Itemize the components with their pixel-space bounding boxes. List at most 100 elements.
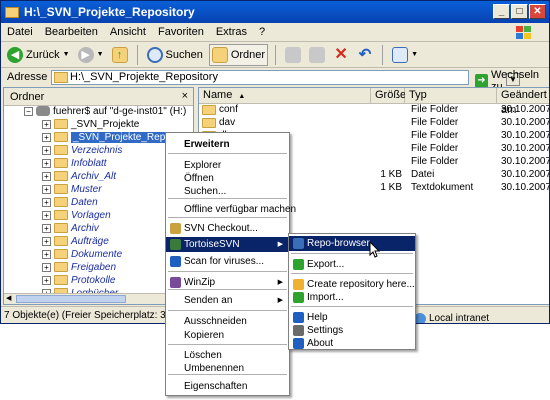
menu-item-icon bbox=[170, 239, 181, 250]
context-item-suchen[interactable]: Suchen... bbox=[166, 184, 289, 199]
file-row[interactable]: dav File Folder 30.10.2007 bbox=[199, 117, 549, 129]
close-button[interactable]: ✕ bbox=[529, 4, 546, 19]
folder-icon bbox=[202, 105, 216, 115]
delete-button[interactable]: ✕ bbox=[331, 44, 351, 66]
tree-item[interactable]: + Freigaben bbox=[42, 261, 116, 273]
folders-button[interactable]: Ordner bbox=[208, 43, 269, 66]
tree-item[interactable]: + Dokumente bbox=[42, 248, 122, 260]
menu-extras[interactable]: Extras bbox=[216, 26, 247, 38]
views-button[interactable]: ▼ bbox=[390, 44, 420, 66]
address-input[interactable]: H:\_SVN_Projekte_Repository ▼ bbox=[51, 70, 520, 86]
submenu-item-icon bbox=[293, 292, 304, 303]
search-icon bbox=[146, 46, 163, 63]
dropdown-arrow-icon: ▼ bbox=[62, 51, 70, 58]
tree-item[interactable]: + Daten bbox=[42, 196, 98, 208]
tree-item[interactable]: + Muster bbox=[42, 183, 102, 195]
tree-item[interactable]: + Aufträge bbox=[42, 235, 109, 247]
tree-item[interactable]: + Infoblatt bbox=[42, 157, 107, 169]
context-item-eigenschaften[interactable]: Eigenschaften bbox=[166, 379, 289, 394]
scrollbar-thumb[interactable] bbox=[16, 295, 126, 303]
back-label: Zurück bbox=[26, 48, 60, 61]
submenu-item-about[interactable]: About bbox=[289, 336, 415, 351]
zone-text: Local intranet bbox=[429, 313, 490, 324]
file-row[interactable]: conf File Folder 30.10.2007 bbox=[199, 104, 549, 116]
submenu-item-export[interactable]: Export... bbox=[289, 257, 415, 272]
column-changed[interactable]: Geändert am bbox=[497, 88, 549, 116]
context-item-offline-verfügbar-machen[interactable]: Offline verfügbar machen bbox=[166, 202, 296, 217]
window-title: H:\_SVN_Projekte_Repository bbox=[24, 5, 195, 19]
context-item-kopieren[interactable]: Kopieren bbox=[166, 328, 289, 343]
undo-icon: ↶ bbox=[358, 45, 372, 63]
column-size[interactable]: Größe bbox=[371, 88, 406, 104]
forward-button[interactable]: ▶ ▼ bbox=[76, 44, 106, 66]
tree-drive[interactable]: − fuehrer$ auf "d-ge-inst01" (H:) bbox=[24, 105, 186, 117]
menu-datei[interactable]: Datei bbox=[7, 26, 33, 38]
copy-to-button[interactable] bbox=[307, 44, 327, 66]
folder-icon bbox=[54, 275, 68, 285]
minimize-button[interactable]: _ bbox=[493, 4, 510, 19]
context-item-umbenennen[interactable]: Umbenennen bbox=[166, 361, 289, 376]
folder-icon bbox=[5, 6, 19, 18]
submenu-item-repo-browser[interactable]: Repo-browser bbox=[289, 236, 415, 251]
column-type[interactable]: Typ bbox=[405, 88, 497, 104]
folder-up-icon: ↑ bbox=[111, 46, 128, 63]
context-item-scan-for-viruses[interactable]: Scan for viruses... bbox=[166, 254, 289, 269]
folder-icon bbox=[54, 145, 68, 155]
tree-item[interactable]: + Protokolle bbox=[42, 274, 115, 286]
back-button[interactable]: ◀ Zurück ▼ bbox=[5, 44, 72, 66]
folder-icon bbox=[54, 210, 68, 220]
scroll-left-icon[interactable]: ◀ bbox=[6, 294, 11, 302]
submenu-item-icon bbox=[293, 238, 304, 249]
folder-icon bbox=[54, 236, 68, 246]
tree-item[interactable]: + _SVN_Projekte bbox=[42, 118, 139, 130]
column-name[interactable]: Name ▲ bbox=[199, 88, 371, 104]
maximize-button[interactable]: □ bbox=[511, 4, 528, 19]
menu-bar: Datei Bearbeiten Ansicht Favoriten Extra… bbox=[1, 23, 549, 42]
folders-icon bbox=[211, 46, 228, 63]
tree-item[interactable]: + Archiv_Alt bbox=[42, 170, 116, 182]
context-item-senden-an[interactable]: Senden an ▶ bbox=[166, 293, 289, 308]
tree-item[interactable]: + Verzeichnis bbox=[42, 144, 122, 156]
context-menu: Erweitern Explorer Öffnen Suchen... Offline … bbox=[165, 132, 296, 396]
back-arrow-icon: ◀ bbox=[7, 46, 23, 63]
title-bar[interactable]: H:\_SVN_Projekte_Repository _ □ ✕ bbox=[1, 1, 549, 23]
delete-icon: ✕ bbox=[334, 45, 348, 63]
menu-help[interactable]: ? bbox=[259, 26, 265, 38]
folder-icon bbox=[54, 249, 68, 259]
views-icon bbox=[392, 46, 409, 63]
submenu-item-icon bbox=[293, 259, 304, 270]
windows-logo-icon bbox=[516, 26, 531, 39]
tree-item[interactable]: + Archiv bbox=[42, 222, 99, 234]
up-button[interactable]: ↑ bbox=[110, 44, 130, 66]
search-label: Suchen bbox=[165, 48, 203, 61]
menu-item-icon bbox=[170, 277, 181, 288]
search-button[interactable]: Suchen bbox=[145, 44, 205, 66]
context-item-svn-checkout[interactable]: SVN Checkout... bbox=[166, 221, 289, 236]
move-to-icon bbox=[285, 46, 302, 63]
submenu-arrow-icon: ▶ bbox=[277, 297, 283, 304]
folder-pane-title: Ordner bbox=[10, 90, 45, 103]
go-arrow-icon: ➜ bbox=[475, 74, 488, 88]
menu-ansicht[interactable]: Ansicht bbox=[110, 26, 146, 38]
folder-icon bbox=[54, 171, 68, 181]
submenu-item-import[interactable]: Import... bbox=[289, 290, 415, 305]
network-drive-icon bbox=[36, 106, 50, 116]
menu-bearbeiten[interactable]: Bearbeiten bbox=[45, 26, 98, 38]
folder-icon bbox=[54, 72, 68, 83]
dropdown-arrow-icon: ▼ bbox=[411, 51, 418, 58]
tree-item[interactable]: + Vorlagen bbox=[42, 209, 111, 221]
folder-icon bbox=[54, 119, 68, 129]
submenu-arrow-icon: ▶ bbox=[277, 279, 283, 286]
sort-arrow-icon: ▲ bbox=[238, 93, 246, 100]
menu-favoriten[interactable]: Favoriten bbox=[158, 26, 204, 38]
context-item-tortoisesvn[interactable]: TortoiseSVN ▶ bbox=[166, 237, 289, 252]
address-value: H:\_SVN_Projekte_Repository bbox=[70, 71, 218, 83]
dropdown-arrow-icon: ▼ bbox=[96, 51, 104, 58]
tortoisesvn-submenu: Repo-browser Export... Create repository h… bbox=[288, 233, 416, 350]
context-item-erweitern[interactable]: Erweitern bbox=[166, 137, 289, 152]
undo-button[interactable]: ↶ bbox=[355, 44, 375, 66]
context-item-ausschneiden[interactable]: Ausschneiden bbox=[166, 314, 289, 329]
context-item-winzip[interactable]: WinZip ▶ bbox=[166, 275, 289, 290]
move-to-button[interactable] bbox=[283, 44, 303, 66]
close-pane-button[interactable]: × bbox=[182, 90, 188, 102]
